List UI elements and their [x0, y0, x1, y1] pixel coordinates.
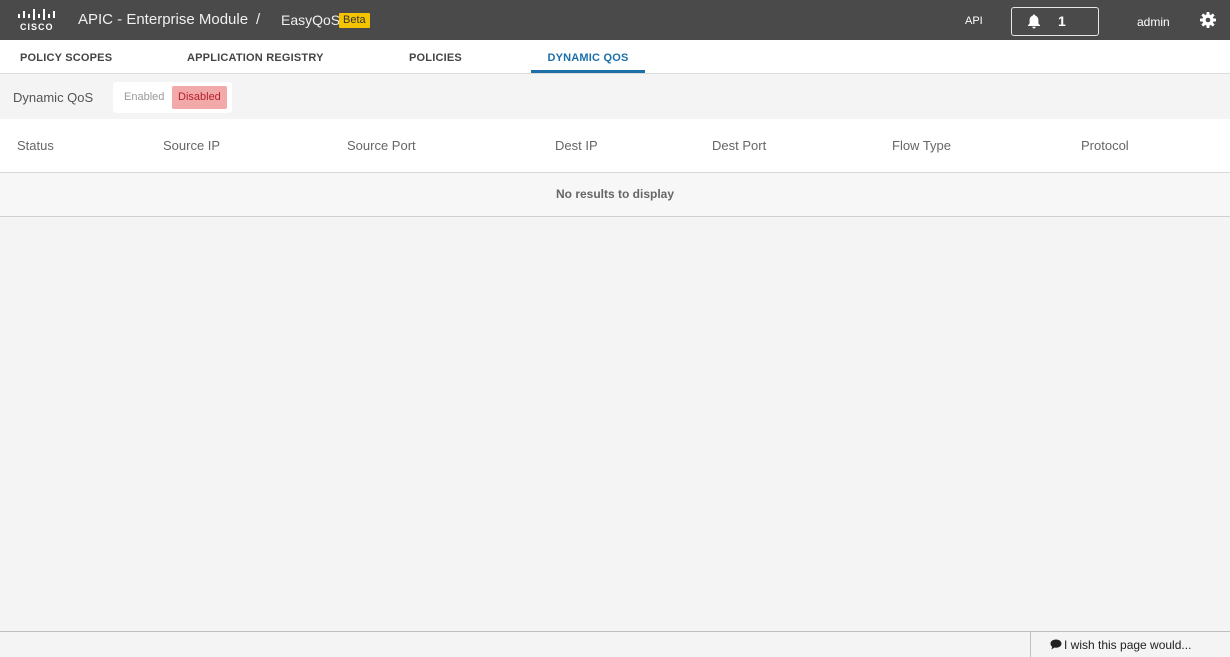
column-header-source-ip[interactable]: Source IP — [163, 138, 220, 153]
feedback-label: I wish this page would... — [1064, 638, 1192, 652]
flows-table: Status Source IP Source Port Dest IP Des… — [0, 119, 1230, 217]
top-bar: CISCO APIC - Enterprise Module / EasyQoS… — [0, 0, 1230, 40]
beta-badge: Beta — [339, 13, 370, 28]
footer: I wish this page would... — [0, 631, 1230, 657]
disabled-option[interactable]: Disabled — [172, 86, 227, 109]
dynamic-qos-toggle: Enabled Disabled — [113, 82, 232, 113]
column-header-flow-type[interactable]: Flow Type — [892, 138, 951, 153]
column-header-protocol[interactable]: Protocol — [1081, 138, 1129, 153]
table-header: Status Source IP Source Port Dest IP Des… — [0, 119, 1230, 173]
column-header-status[interactable]: Status — [17, 138, 54, 153]
cisco-logo[interactable]: CISCO — [17, 9, 59, 32]
dynamic-qos-label: Dynamic QoS — [13, 90, 94, 105]
empty-state-message: No results to display — [555, 187, 675, 201]
tab-application-registry[interactable]: APPLICATION REGISTRY — [187, 40, 324, 73]
speech-bubble-icon — [1050, 639, 1062, 650]
app-root: CISCO APIC - Enterprise Module / EasyQoS… — [0, 0, 1230, 657]
api-link[interactable]: API — [965, 15, 983, 27]
notification-count: 1 — [1058, 13, 1066, 29]
notifications-button[interactable]: 1 — [1011, 7, 1099, 36]
feedback-button[interactable]: I wish this page would... — [1030, 632, 1230, 657]
bell-icon — [1028, 14, 1040, 29]
app-title[interactable]: APIC - Enterprise Module — [78, 11, 248, 28]
user-menu[interactable]: admin — [1137, 15, 1170, 29]
column-header-source-port[interactable]: Source Port — [347, 138, 416, 153]
cisco-bars-icon — [18, 9, 55, 20]
column-header-dest-port[interactable]: Dest Port — [712, 138, 766, 153]
tab-bar: POLICY SCOPES APPLICATION REGISTRY POLIC… — [0, 40, 1230, 74]
tab-dynamic-qos[interactable]: DYNAMIC QOS — [531, 40, 645, 73]
table-body: No results to display — [0, 173, 1230, 216]
module-name[interactable]: EasyQoS — [281, 12, 340, 28]
column-header-dest-ip[interactable]: Dest IP — [555, 138, 598, 153]
tab-policies[interactable]: POLICIES — [409, 40, 462, 73]
gear-icon[interactable] — [1200, 12, 1216, 28]
tab-policy-scopes[interactable]: POLICY SCOPES — [20, 40, 112, 73]
enabled-option[interactable]: Enabled — [118, 86, 170, 109]
cisco-wordmark: CISCO — [20, 22, 54, 32]
breadcrumb-separator: / — [256, 11, 261, 28]
